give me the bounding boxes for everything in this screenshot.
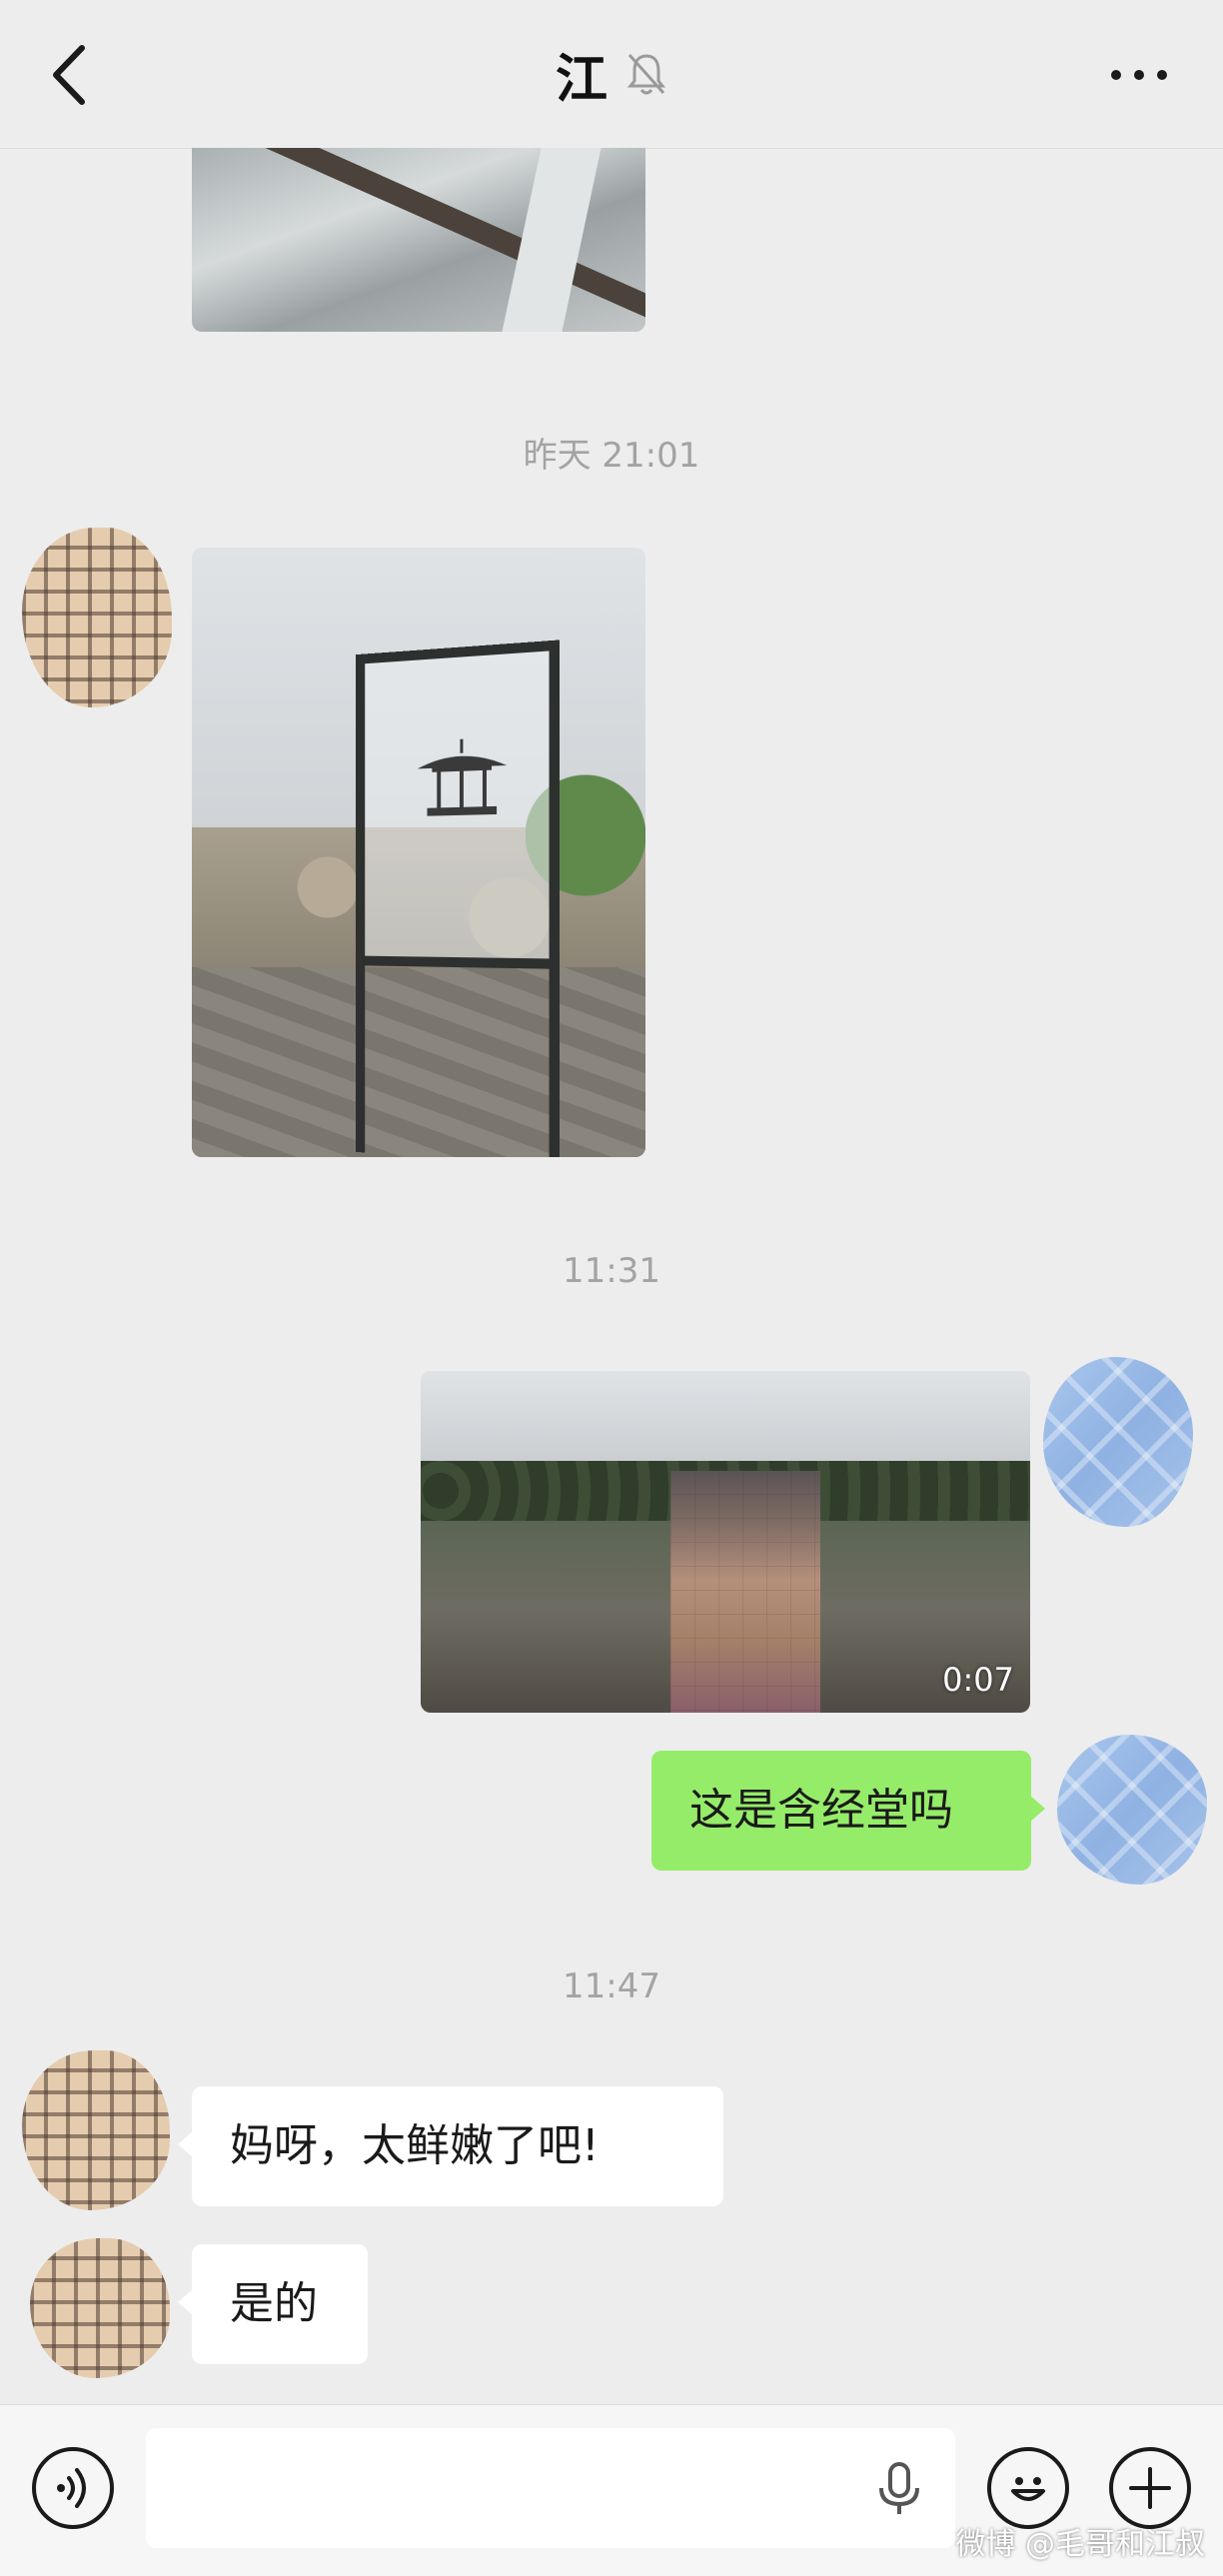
message-text: 妈呀，太鲜嫩了吧! [230,2120,600,2171]
microphone-button[interactable] [871,2460,927,2518]
back-chevron-icon [53,45,85,105]
back-button[interactable] [40,40,96,110]
more-button[interactable] [1099,40,1179,110]
video-sky [421,1371,1030,1466]
timestamp: 11:31 [563,1251,660,1291]
plus-icon [1129,2467,1171,2509]
top-bar [0,0,1223,149]
image-message-previous[interactable] [192,148,645,332]
received-message-bubble[interactable]: 是的 [178,2244,368,2364]
microphone-icon [879,2462,919,2514]
more-functions-button[interactable] [1109,2447,1191,2529]
emoji-button[interactable] [987,2447,1069,2529]
avatar-contact[interactable] [22,2050,170,2210]
message-text: 是的 [230,2278,318,2329]
watermark: 微博 @毛哥和江叔 [955,2527,1205,2562]
pixelated-face [670,1471,820,1713]
video-duration: 0:07 [942,1661,1014,1699]
video-message[interactable]: 0:07 [421,1371,1030,1713]
image-display-frame [355,640,561,1157]
received-message-bubble[interactable]: 妈呀，太鲜嫩了吧! [178,2086,723,2206]
timestamp: 11:47 [563,1966,660,2006]
avatar-contact[interactable] [22,528,172,707]
emoji-icon [1011,2477,1045,2501]
pavilion-drawing [417,734,508,816]
sent-message-bubble[interactable]: 这是含经堂吗 [651,1751,1045,1871]
avatar-self[interactable] [1043,1357,1193,1527]
avatar-contact[interactable] [30,2238,170,2378]
message-input[interactable] [146,2428,955,2548]
voice-icon [57,2468,86,2508]
voice-mode-button[interactable] [32,2447,114,2529]
message-text: 这是含经堂吗 [689,1785,953,1836]
timestamp: 昨天 21:01 [523,436,700,476]
image-message-park[interactable] [192,548,645,1157]
avatar-self[interactable] [1057,1735,1207,1885]
more-dots-icon [1111,70,1167,80]
image-frame-bar [365,955,550,969]
